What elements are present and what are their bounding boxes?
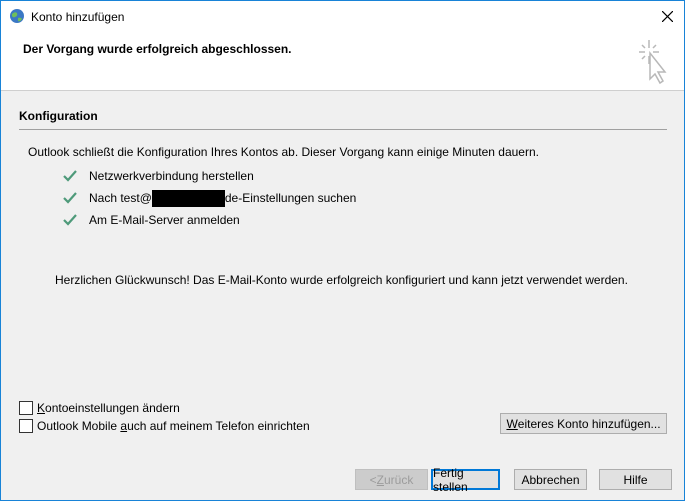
- close-button[interactable]: [650, 1, 684, 32]
- checkmark-icon: [63, 192, 77, 204]
- globe-icon: [10, 9, 24, 23]
- outlook-mobile-option[interactable]: Outlook Mobile auch auf meinem Telefon e…: [19, 419, 310, 433]
- step-item: Netzwerkverbindung herstellen: [63, 165, 356, 187]
- checkmark-icon: [63, 214, 77, 226]
- intro-text: Outlook schließt die Konfiguration Ihres…: [28, 145, 539, 159]
- add-account-button[interactable]: Weiteres Konto hinzufügen...: [500, 413, 667, 434]
- cancel-button[interactable]: Abbrechen: [514, 469, 587, 490]
- change-settings-label: Kontoeinstellungen ändern: [37, 401, 180, 415]
- step-label-prefix: Nach test@: [89, 191, 152, 205]
- checkmark-icon: [63, 170, 77, 182]
- help-button[interactable]: Hilfe: [599, 469, 672, 490]
- step-list: Netzwerkverbindung herstellen Nach test@…: [63, 165, 356, 231]
- title-bar: Konto hinzufügen: [1, 1, 684, 32]
- success-message: Herzlichen Glückwunsch! Das E-Mail-Konto…: [55, 273, 628, 287]
- header-panel: Der Vorgang wurde erfolgreich abgeschlos…: [1, 32, 684, 91]
- step-label: Netzwerkverbindung herstellen: [89, 169, 254, 183]
- step-label-suffix: de-Einstellungen suchen: [224, 191, 357, 205]
- outlook-mobile-checkbox[interactable]: [19, 419, 33, 433]
- section-divider: [19, 129, 667, 130]
- step-item: Am E-Mail-Server anmelden: [63, 209, 356, 231]
- back-button[interactable]: < Zurück: [355, 469, 428, 490]
- change-settings-checkbox[interactable]: [19, 401, 33, 415]
- close-icon: [661, 11, 673, 22]
- outlook-mobile-label: Outlook Mobile auch auf meinem Telefon e…: [37, 419, 310, 433]
- step-label: Am E-Mail-Server anmelden: [89, 213, 240, 227]
- step-item: Nach test@ de-Einstellungen suchen: [63, 187, 356, 209]
- dialog-window: Konto hinzufügen Der Vorgang wurde erfol…: [0, 0, 685, 501]
- change-settings-option[interactable]: Kontoeinstellungen ändern: [19, 401, 180, 415]
- finish-button[interactable]: Fertig stellen: [431, 466, 500, 494]
- status-heading: Der Vorgang wurde erfolgreich abgeschlos…: [23, 42, 292, 56]
- cursor-sparkle-icon: [639, 40, 667, 85]
- window-title: Konto hinzufügen: [31, 10, 125, 24]
- redacted-block: [151, 189, 225, 207]
- section-title: Konfiguration: [19, 109, 98, 123]
